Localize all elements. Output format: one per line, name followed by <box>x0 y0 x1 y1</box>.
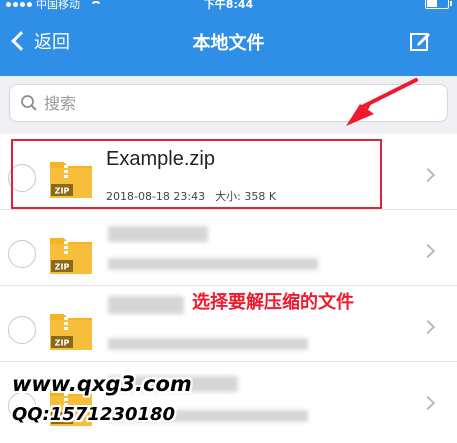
highlight-box <box>11 139 382 209</box>
file-row[interactable]: ZIP <box>0 210 457 286</box>
status-bar: 中国移动 下午8:44 <box>0 0 457 14</box>
zip-icon-label: ZIP <box>55 263 70 272</box>
watermark-site: www.qxg3.com <box>12 372 192 396</box>
annotation-arrow-icon <box>346 78 418 126</box>
select-radio[interactable] <box>8 240 36 268</box>
blurred-name <box>108 296 184 314</box>
edit-icon[interactable] <box>409 30 431 52</box>
chevron-right-icon <box>420 243 436 259</box>
top-bar: 中国移动 下午8:44 返回 本地文件 <box>0 0 457 76</box>
zip-file-icon: ZIP <box>50 236 92 274</box>
chevron-right-icon <box>420 167 436 183</box>
blurred-meta <box>108 258 318 270</box>
status-time: 下午8:44 <box>203 0 254 11</box>
search-icon <box>21 95 37 111</box>
watermark-qq: QQ:1571230180 <box>12 404 176 425</box>
navigation-bar: 返回 本地文件 <box>0 14 457 76</box>
zip-icon-label: ZIP <box>55 339 70 348</box>
blurred-name <box>108 226 208 242</box>
chevron-right-icon <box>420 395 436 411</box>
select-radio[interactable] <box>8 316 36 344</box>
zip-file-icon: ZIP <box>50 312 92 350</box>
page-title: 本地文件 <box>192 33 265 54</box>
battery-icon <box>425 0 452 9</box>
chevron-right-icon <box>420 319 436 335</box>
blurred-meta <box>108 338 308 350</box>
annotation-caption: 选择要解压缩的文件 <box>192 292 354 313</box>
